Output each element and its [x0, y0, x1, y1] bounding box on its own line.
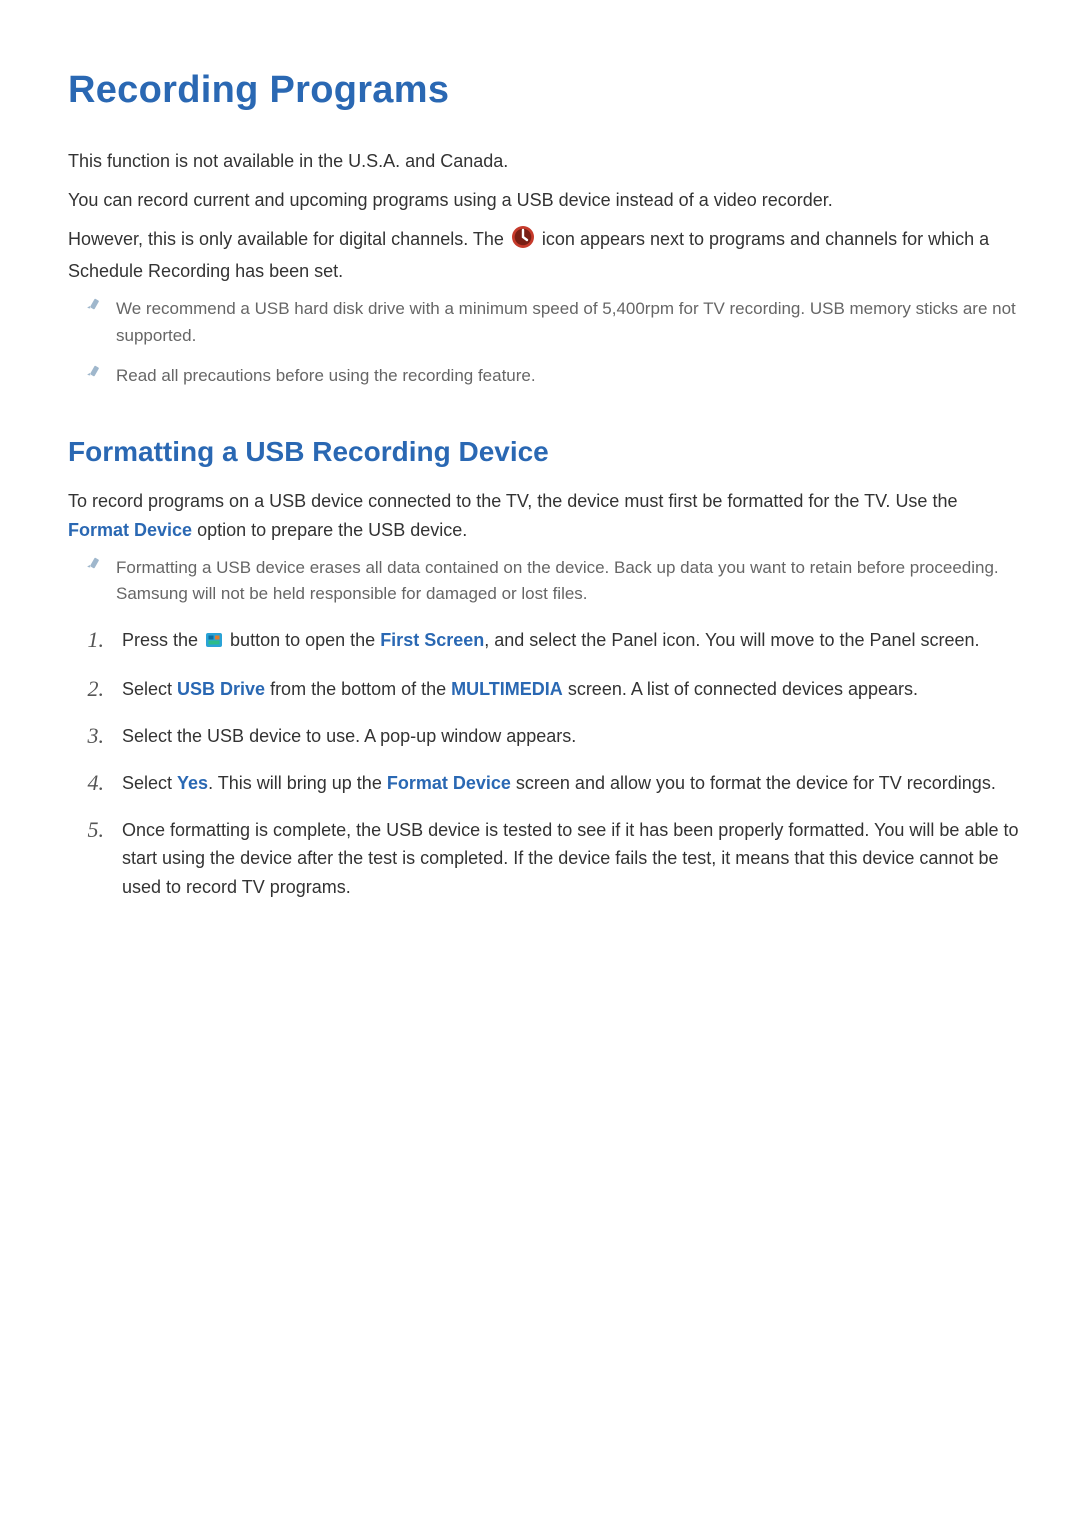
- step2-mid: from the bottom of the: [265, 679, 451, 699]
- step4-pre: Select: [122, 773, 177, 793]
- step-number: 5: [80, 816, 104, 843]
- step4-tail: screen and allow you to format the devic…: [511, 773, 996, 793]
- step-body: Select USB Drive from the bottom of the …: [122, 675, 1020, 704]
- step-body: Select the USB device to use. A pop-up w…: [122, 722, 1020, 751]
- step-item: 2 Select USB Drive from the bottom of th…: [80, 675, 1020, 704]
- steps-list: 1 Press the button to open the First Scr…: [68, 626, 1020, 903]
- intro-p3-part-a: However, this is only available for digi…: [68, 229, 509, 249]
- note-text: We recommend a USB hard disk drive with …: [116, 296, 1020, 349]
- step-number: 2: [80, 675, 104, 702]
- step-item: 1 Press the button to open the First Scr…: [80, 626, 1020, 658]
- step-body: Once formatting is complete, the USB dev…: [122, 816, 1020, 902]
- term-usb-drive: USB Drive: [177, 679, 265, 699]
- step1-pre: Press the: [122, 630, 203, 650]
- section-title: Formatting a USB Recording Device: [68, 431, 1020, 473]
- pencil-icon: [86, 365, 102, 381]
- step4-mid: . This will bring up the: [208, 773, 387, 793]
- smarthub-button-icon: [205, 629, 223, 658]
- step-body: Press the button to open the First Scree…: [122, 626, 1020, 658]
- document-page: Recording Programs This function is not …: [0, 0, 1080, 1527]
- step1-tail: , and select the Panel icon. You will mo…: [484, 630, 979, 650]
- step-number: 3: [80, 722, 104, 749]
- section-lead-b: option to prepare the USB device.: [192, 520, 467, 540]
- step-item: 4 Select Yes. This will bring up the For…: [80, 769, 1020, 798]
- step2-pre: Select: [122, 679, 177, 699]
- section-note-item: Formatting a USB device erases all data …: [86, 555, 1020, 608]
- pencil-icon: [86, 557, 102, 573]
- term-format-device: Format Device: [68, 520, 192, 540]
- note-text: Formatting a USB device erases all data …: [116, 555, 1020, 608]
- intro-paragraph-1: This function is not available in the U.…: [68, 147, 1020, 176]
- term-format-device: Format Device: [387, 773, 511, 793]
- step-number: 4: [80, 769, 104, 796]
- intro-note-item: We recommend a USB hard disk drive with …: [86, 296, 1020, 349]
- section-lead: To record programs on a USB device conne…: [68, 487, 1020, 545]
- intro-notes-list: We recommend a USB hard disk drive with …: [68, 296, 1020, 389]
- note-text: Read all precautions before using the re…: [116, 363, 536, 389]
- page-title: Recording Programs: [68, 62, 1020, 119]
- section-notes-list: Formatting a USB device erases all data …: [68, 555, 1020, 608]
- intro-note-item: Read all precautions before using the re…: [86, 363, 1020, 389]
- term-first-screen: First Screen: [380, 630, 484, 650]
- intro-paragraph-3: However, this is only available for digi…: [68, 225, 1020, 287]
- section-lead-a: To record programs on a USB device conne…: [68, 491, 957, 511]
- pencil-icon: [86, 298, 102, 314]
- intro-paragraph-2: You can record current and upcoming prog…: [68, 186, 1020, 215]
- step-number: 1: [80, 626, 104, 653]
- step-item: 5 Once formatting is complete, the USB d…: [80, 816, 1020, 902]
- step1-post-icon: button to open the: [225, 630, 380, 650]
- term-yes: Yes: [177, 773, 208, 793]
- term-multimedia: MULTIMEDIA: [451, 679, 563, 699]
- step-item: 3 Select the USB device to use. A pop-up…: [80, 722, 1020, 751]
- record-schedule-icon: [511, 225, 535, 258]
- step2-tail: screen. A list of connected devices appe…: [563, 679, 918, 699]
- step-body: Select Yes. This will bring up the Forma…: [122, 769, 1020, 798]
